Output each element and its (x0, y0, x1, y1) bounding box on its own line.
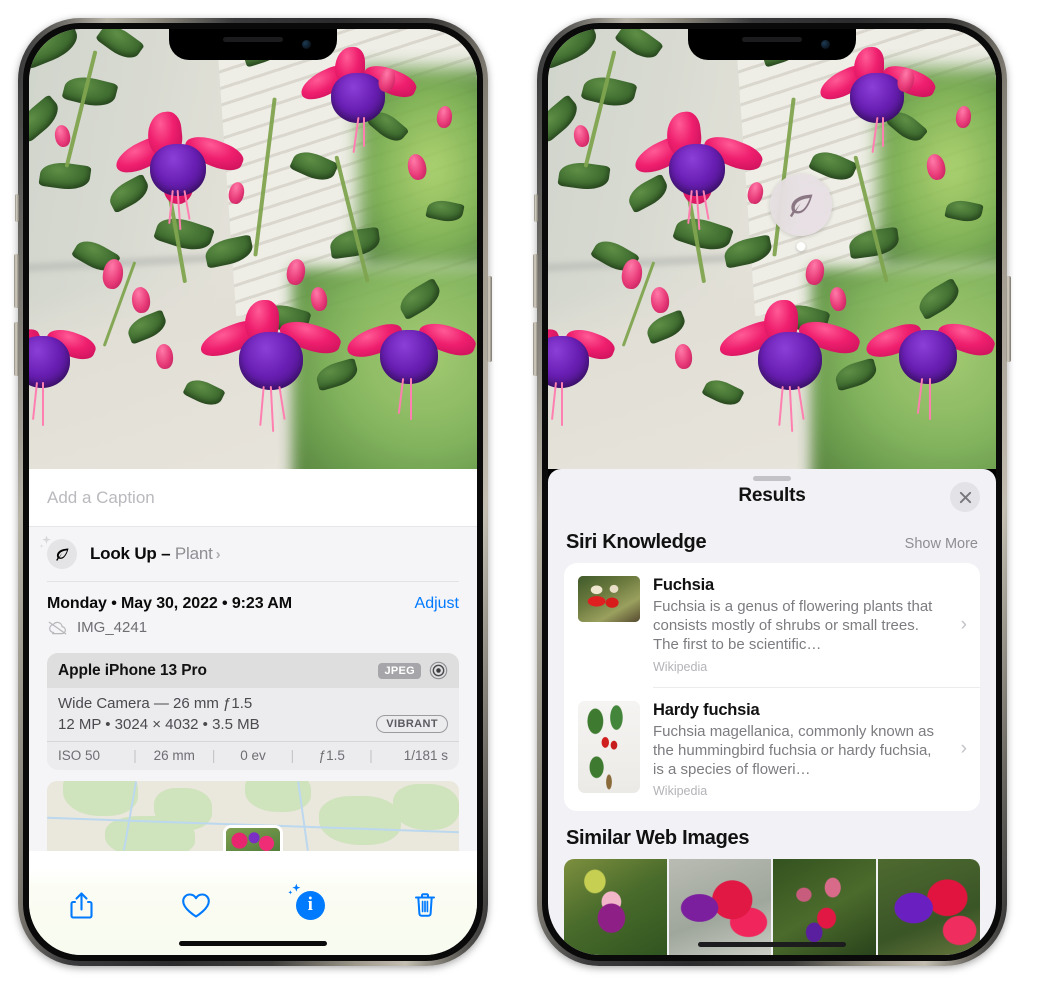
photo-info-sheet: Add a Caption Look Up – Plant › Monday •… (29, 469, 477, 955)
screenshot-stage: Add a Caption Look Up – Plant › Monday •… (0, 0, 1055, 985)
raw-toggle-icon[interactable] (429, 661, 448, 680)
result-title: Fuchsia (653, 576, 714, 594)
exif-focal: 26 mm (153, 748, 195, 763)
web-image-thumbnail[interactable] (668, 859, 771, 955)
similar-web-images-title: Similar Web Images (566, 827, 750, 850)
notch-right (688, 29, 856, 60)
pin-anchor-dot (796, 242, 806, 251)
exif-iso: ISO 50 (58, 748, 101, 763)
similar-web-images-strip[interactable] (564, 859, 980, 955)
list-item[interactable]: Hardy fuchsia Fuchsia magellanica, commo… (564, 688, 980, 812)
metadata-body: Wide Camera — 26 mm ƒ1.5 12 MP • 3024 × … (47, 688, 459, 741)
info-icon[interactable]: i (288, 883, 332, 927)
chevron-right-icon: › (215, 546, 221, 563)
exif-row: ISO 50 | 26 mm | 0 ev | ƒ1.5 | 1/181 s (47, 741, 459, 770)
leaf-icon (770, 174, 832, 236)
device-name: Apple iPhone 13 Pro (58, 661, 207, 679)
exif-shutter: 1/181 s (403, 748, 448, 763)
siri-knowledge-card: Fuchsia Fuchsia is a genus of flowering … (564, 563, 980, 812)
volume-up-button-left[interactable] (14, 254, 19, 308)
metadata-header: Apple iPhone 13 Pro JPEG (47, 653, 459, 688)
notch-left (169, 29, 337, 60)
file-name: IMG_4241 (77, 619, 148, 636)
similar-web-images-header: Similar Web Images (548, 811, 996, 859)
exif-aperture: ƒ1.5 (318, 748, 345, 763)
camera-metadata-card[interactable]: Apple iPhone 13 Pro JPEG Wide Camera — 2… (47, 653, 459, 770)
photo-viewer-right[interactable] (548, 29, 996, 469)
front-camera-icon (302, 40, 311, 49)
lookup-section: Look Up – Plant › Monday • May 30, 2022 •… (29, 527, 477, 851)
look-up-plant-row[interactable]: Look Up – Plant › (29, 527, 477, 581)
result-source: Wikipedia (653, 784, 708, 799)
icloud-off-icon (47, 620, 68, 636)
visual-lookup-pin[interactable] (770, 174, 832, 251)
earpiece-speaker (742, 37, 802, 42)
power-button-left[interactable] (487, 276, 492, 362)
info-glyph: i (307, 894, 313, 915)
result-title: Hardy fuchsia (653, 700, 760, 719)
result-source: Wikipedia (653, 659, 708, 674)
iphone-right-visual-lookup: Results Siri Knowledge Show More Fuchsia… (533, 18, 1011, 966)
trash-icon[interactable] (403, 883, 447, 927)
look-up-label: Look Up – Plant › (90, 544, 221, 563)
date-block: Monday • May 30, 2022 • 9:23 AM Adjust I… (29, 582, 477, 647)
photo-viewer-left[interactable] (29, 29, 477, 469)
results-sheet: Results Siri Knowledge Show More Fuchsia… (548, 469, 996, 955)
look-up-subject: Plant (174, 544, 213, 563)
result-description: Fuchsia is a genus of flowering plants t… (653, 598, 933, 654)
screen-right: Results Siri Knowledge Show More Fuchsia… (548, 29, 996, 955)
power-button-right[interactable] (1006, 276, 1011, 362)
mute-switch-left[interactable] (15, 194, 19, 222)
location-map[interactable] (47, 781, 459, 851)
results-title: Results (738, 485, 806, 506)
volume-down-button-left[interactable] (14, 322, 19, 376)
capture-date: Monday • May 30, 2022 • 9:23 AM (47, 595, 292, 612)
photographic-style-badge: VIBRANT (376, 715, 448, 733)
photo-background-left (29, 29, 477, 469)
results-header: Results (548, 469, 996, 523)
front-camera-icon (821, 40, 830, 49)
show-more-button[interactable]: Show More (905, 536, 978, 552)
map-photo-pin (223, 825, 283, 851)
volume-up-button-right[interactable] (533, 254, 538, 308)
web-image-thumbnail[interactable] (564, 859, 667, 955)
chevron-right-icon: › (960, 738, 967, 760)
result-thumbnail (578, 576, 640, 622)
home-indicator-right[interactable] (698, 942, 846, 947)
caption-input[interactable]: Add a Caption (29, 469, 477, 527)
home-indicator-left[interactable] (179, 941, 327, 946)
exif-exposure: 0 ev (240, 748, 266, 763)
earpiece-speaker (223, 37, 283, 42)
lens-info: Wide Camera — 26 mm ƒ1.5 (58, 695, 253, 712)
list-item[interactable]: Fuchsia Fuchsia is a genus of flowering … (564, 563, 980, 687)
iphone-left-photo-info: Add a Caption Look Up – Plant › Monday •… (14, 18, 492, 966)
result-description: Fuchsia magellanica, commonly known as t… (653, 722, 934, 778)
web-image-thumbnail[interactable] (877, 859, 980, 955)
sparkle-icon (39, 535, 51, 549)
mute-switch-right[interactable] (534, 194, 538, 222)
photo-background-right (548, 29, 996, 469)
sparkle-icon (288, 883, 301, 894)
share-icon[interactable] (59, 883, 103, 927)
web-image-thumbnail[interactable] (773, 859, 876, 955)
chevron-right-icon: › (960, 613, 967, 635)
leaf-icon (39, 535, 77, 569)
size-info: 12 MP • 3024 × 4032 • 3.5 MB (58, 715, 260, 733)
info-badge: i (288, 883, 325, 920)
format-badge: JPEG (378, 662, 421, 679)
screen-left: Add a Caption Look Up – Plant › Monday •… (29, 29, 477, 955)
siri-knowledge-title: Siri Knowledge (566, 531, 707, 553)
heart-icon[interactable] (174, 883, 218, 927)
siri-knowledge-header: Siri Knowledge Show More (548, 523, 996, 563)
result-thumbnail (578, 700, 640, 793)
adjust-button[interactable]: Adjust (415, 595, 459, 613)
volume-down-button-right[interactable] (533, 322, 538, 376)
close-icon[interactable] (950, 482, 980, 512)
